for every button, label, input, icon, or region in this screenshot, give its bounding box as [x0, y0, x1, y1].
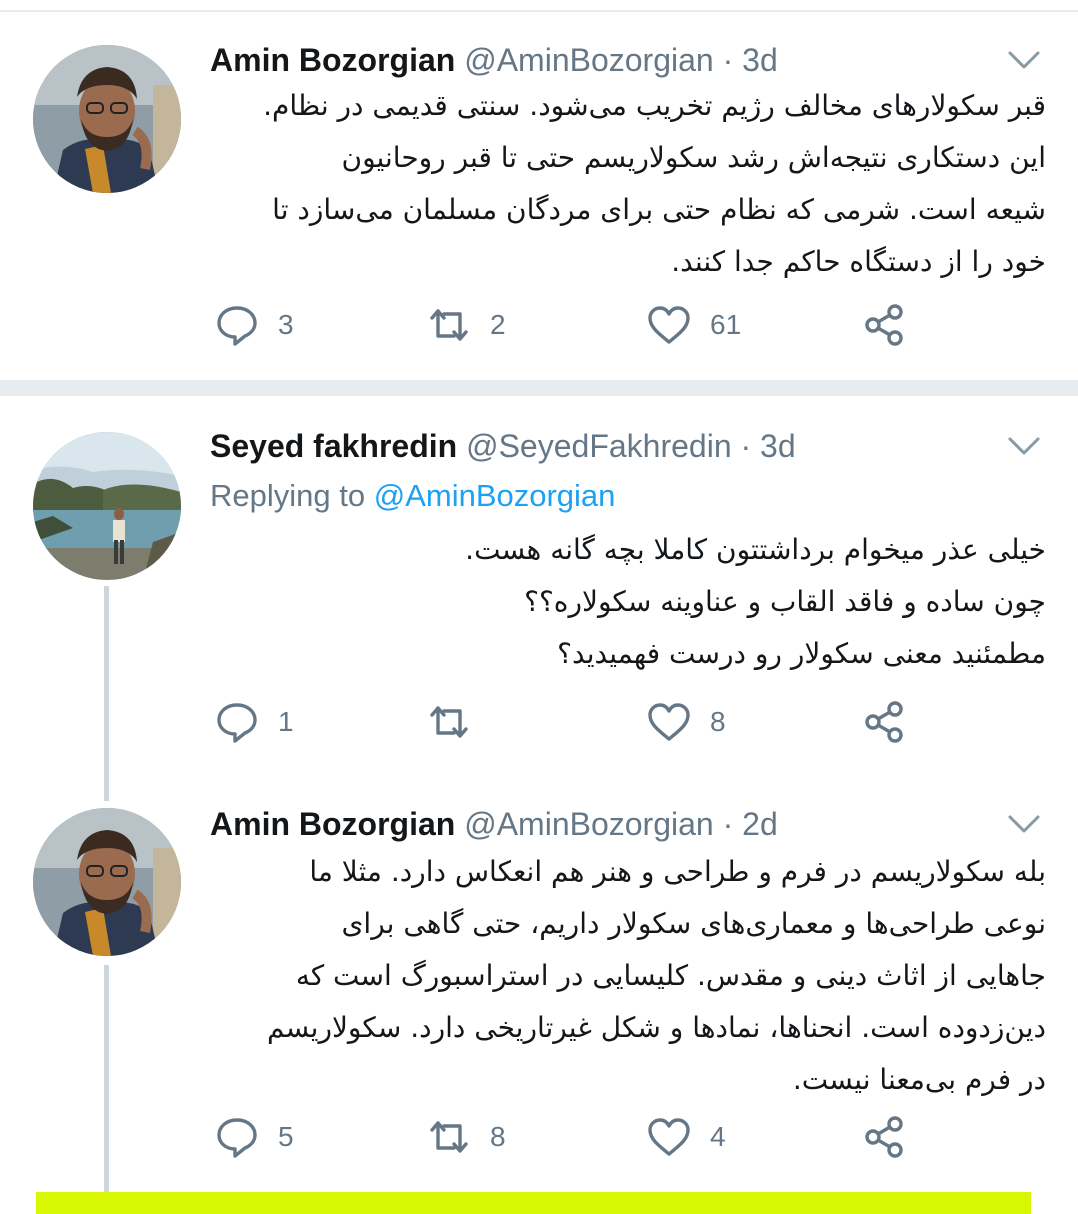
tweet-text: قبر سکولارهای مخالف رژیم تخریب می‌شود. س…	[210, 80, 1046, 288]
replying-to: Replying to @AminBozorgian	[210, 476, 615, 516]
chevron-down-icon[interactable]	[1006, 812, 1042, 836]
share-button[interactable]	[862, 300, 908, 350]
tweet-header: Seyed fakhredin @SeyedFakhredin · 3d	[210, 426, 1018, 466]
tweet-actions: 3 2 61	[210, 300, 930, 350]
highlight-bar	[36, 1192, 1031, 1214]
reply-count: 1	[278, 706, 294, 737]
like-button[interactable]: 4	[646, 1112, 726, 1162]
tweet-text-line: بله سکولاریسم در فرم و طراحی و هنر هم ان…	[309, 855, 1046, 888]
reply-button[interactable]: 5	[214, 1112, 294, 1162]
like-count: 8	[710, 706, 726, 737]
reply-button[interactable]: 3	[214, 300, 294, 350]
tweet-header: Amin Bozorgian @AminBozorgian · 2d	[210, 804, 1018, 844]
avatar-image	[33, 432, 181, 580]
share-button[interactable]	[862, 697, 908, 747]
tweet-text-line: دین‌زدوده است. انحناها، نمادها و شکل غیر…	[267, 1011, 1046, 1044]
share-icon	[865, 1116, 903, 1158]
reply-icon	[217, 306, 257, 346]
section-divider	[0, 380, 1078, 396]
avatar[interactable]	[33, 45, 181, 193]
tweet-text-line: در فرم بی‌معنا نیست.	[792, 1063, 1046, 1096]
reply-icon	[217, 703, 257, 743]
chevron-down-icon[interactable]	[1006, 48, 1042, 72]
tweet-text-line: خود را از دستگاه حاکم جدا کنند.	[671, 245, 1046, 278]
like-button[interactable]: 8	[646, 697, 726, 747]
reply-count: 3	[278, 309, 294, 340]
avatar-image	[33, 808, 181, 956]
display-name[interactable]: Amin Bozorgian	[210, 806, 455, 842]
display-name[interactable]: Amin Bozorgian	[210, 42, 455, 78]
share-button[interactable]	[862, 1112, 908, 1162]
like-count: 61	[710, 309, 742, 340]
tweet-actions: 5 8 4	[210, 1112, 930, 1162]
display-name[interactable]: Seyed fakhredin	[210, 428, 457, 464]
user-handle[interactable]: @SeyedFakhredin	[466, 428, 732, 464]
like-button[interactable]: 61	[646, 300, 741, 350]
reply-icon	[217, 1118, 257, 1158]
avatar-image	[33, 45, 181, 193]
tweet[interactable]: Amin Bozorgian @AminBozorgian · 2d بله س…	[0, 786, 1078, 1192]
retweet-count: 8	[490, 1121, 506, 1152]
retweet-icon	[430, 1121, 468, 1153]
tweet-text-line: جاهایی از اثاث دینی و مقدس. کلیسایی در ا…	[295, 959, 1046, 992]
retweet-button[interactable]: 8	[426, 1112, 506, 1162]
tweet-text-line: نوعی طراحی‌ها و معماری‌های سکولار داریم،…	[341, 907, 1046, 940]
user-handle[interactable]: @AminBozorgian	[464, 42, 713, 78]
tweet-text: بله سکولاریسم در فرم و طراحی و هنر هم ان…	[210, 846, 1046, 1106]
chevron-down-icon[interactable]	[1006, 434, 1042, 458]
tweet-text: خیلی عذر میخوام برداشتتون کاملا بچه گانه…	[210, 524, 1046, 680]
tweet-text-line: چون ساده و فاقد القاب و عناوینه سکولاره؟…	[524, 585, 1046, 618]
separator-dot: ·	[740, 428, 752, 464]
share-icon	[865, 304, 903, 346]
tweet-text-line: مطمئنید معنی سکولار رو درست فهمیدید؟	[557, 637, 1046, 670]
user-handle[interactable]: @AminBozorgian	[464, 806, 713, 842]
tweet-text-line: قبر سکولارهای مخالف رژیم تخریب می‌شود. س…	[263, 89, 1046, 122]
replying-label: Replying to	[210, 478, 366, 513]
retweet-icon	[430, 309, 468, 341]
tweet[interactable]: Seyed fakhredin @SeyedFakhredin · 3d Rep…	[0, 396, 1078, 786]
timestamp[interactable]: 2d	[742, 806, 778, 842]
tweet-header: Amin Bozorgian @AminBozorgian · 3d	[210, 40, 1018, 80]
tweet[interactable]: Amin Bozorgian @AminBozorgian · 3d قبر س…	[0, 0, 1078, 380]
like-icon	[648, 703, 690, 741]
reply-count: 5	[278, 1121, 294, 1152]
tweet-text-line: خیلی عذر میخوام برداشتتون کاملا بچه گانه…	[465, 533, 1046, 566]
tweet-text-line: این دستکاری نتیجه‌اش رشد سکولاریسم حتی ت…	[341, 141, 1046, 174]
tweet-actions: 1 8	[210, 697, 930, 747]
avatar[interactable]	[33, 432, 181, 580]
timestamp[interactable]: 3d	[742, 42, 778, 78]
separator-dot: ·	[722, 806, 734, 842]
tweet-text-line: شیعه است. شرمی که نظام حتی برای مردگان م…	[272, 193, 1046, 226]
retweet-count: 2	[490, 309, 506, 340]
separator-dot: ·	[722, 42, 734, 78]
retweet-button[interactable]	[426, 697, 490, 747]
replying-handle-link[interactable]: @AminBozorgian	[374, 478, 616, 513]
reply-button[interactable]: 1	[214, 697, 294, 747]
retweet-button[interactable]: 2	[426, 300, 506, 350]
timestamp[interactable]: 3d	[760, 428, 796, 464]
like-count: 4	[710, 1121, 726, 1152]
avatar[interactable]	[33, 808, 181, 956]
share-icon	[865, 701, 903, 743]
like-icon	[648, 1118, 690, 1156]
like-icon	[648, 306, 690, 344]
retweet-icon	[430, 706, 468, 738]
